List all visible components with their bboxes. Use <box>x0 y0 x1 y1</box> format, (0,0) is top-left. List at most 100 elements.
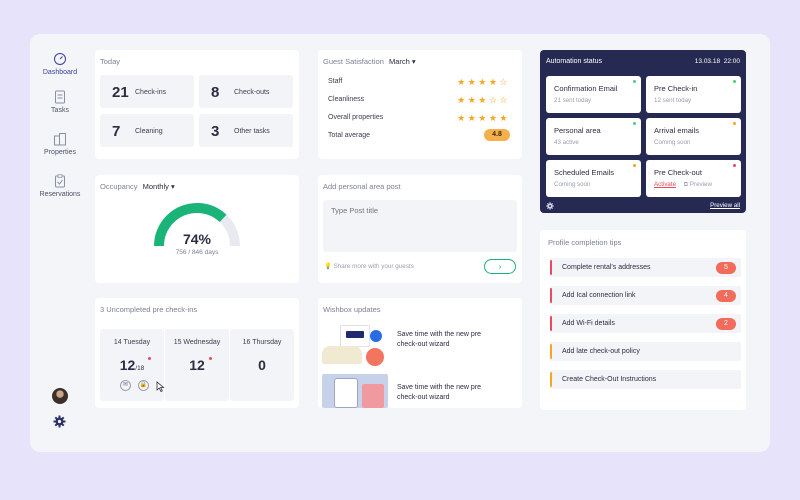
stat-checkouts[interactable]: 8 Check-outs <box>199 75 293 108</box>
status-dot <box>733 164 736 167</box>
status-dot <box>633 80 636 83</box>
automation-date: 13.03.18 <box>694 58 721 65</box>
tip-bar <box>550 344 552 359</box>
month-select[interactable]: March ▾ <box>389 57 416 66</box>
tip-count-badge: 5 <box>716 262 736 274</box>
stat-other-tasks[interactable]: 3 Other tasks <box>199 114 293 147</box>
today-title: Today <box>100 57 121 66</box>
day-tile-tuesday[interactable]: 14 Tuesday 12/18 ✉ 🔒 <box>100 329 165 401</box>
avatar[interactable] <box>52 388 68 404</box>
cursor-icon <box>156 381 165 392</box>
occupancy-title: Occupancy Monthly ▾ <box>100 182 175 191</box>
sidebar-item-tasks[interactable]: Tasks <box>30 90 90 114</box>
wishbox-item-text[interactable]: Save time with the new pre check-out wiz… <box>397 383 497 403</box>
gear-icon[interactable] <box>53 415 66 428</box>
status-dot <box>633 122 636 125</box>
automation-title: Automation status <box>546 58 603 65</box>
rating-row-staff: Staff ★★★★☆ <box>328 77 510 88</box>
tasks-icon <box>55 90 65 104</box>
automation-tile-personal-area[interactable]: Personal area 43 active <box>546 118 641 155</box>
tip-label: Complete rental's addresses <box>562 264 651 271</box>
occupancy-percent: 74% <box>182 231 212 247</box>
chevron-down-icon: ▾ <box>411 57 416 66</box>
satisfaction-title-text: Guest Satisfaction <box>323 57 384 66</box>
preview-label: Preview <box>689 181 712 188</box>
stat-value: 7 <box>112 123 121 140</box>
star-rating: ★★★★☆ <box>457 77 510 87</box>
rating-row-total: Total average 4.8 <box>328 129 510 142</box>
stat-cleaning[interactable]: 7 Cleaning <box>100 114 194 147</box>
tips-card: Profile completion tips Complete rental'… <box>540 230 746 410</box>
day-label: 16 Thursday <box>242 339 282 346</box>
tip-item[interactable]: Add Wi-Fi details 2 <box>550 314 741 333</box>
status-dot <box>733 122 736 125</box>
rating-label: Total average <box>328 132 371 139</box>
tip-item[interactable]: Add Ical connection link 4 <box>550 286 741 305</box>
preview-link[interactable]: ⧉ Preview <box>684 181 712 188</box>
automation-tile-status: 43 active <box>554 139 579 146</box>
tip-count-badge: 4 <box>716 290 736 302</box>
automation-tile-status: Coming soon <box>554 181 591 188</box>
automation-tile-arrival-emails[interactable]: Arrival emails Coming soon <box>646 118 741 155</box>
automation-tile-pre-checkin[interactable]: Pre Check-in 12 sent today <box>646 76 741 113</box>
alert-dot <box>148 357 151 360</box>
automation-tile-title: Pre Check-out <box>654 168 702 177</box>
star-rating: ★★★☆☆ <box>457 95 510 105</box>
month-value: March <box>388 57 410 66</box>
sidebar-item-label: Dashboard <box>42 69 78 76</box>
lock-icon[interactable]: 🔒 <box>138 380 149 391</box>
day-tile-thursday[interactable]: 16 Thursday 0 <box>230 329 294 401</box>
day-tile-wednesday[interactable]: 15 Wednesday 12 <box>165 329 229 401</box>
wishbox-screenshot <box>322 374 388 408</box>
occupancy-card: Occupancy Monthly ▾ 74% 756 / 846 days <box>95 175 299 283</box>
settings-gear-icon[interactable] <box>546 202 554 210</box>
alert-bubble-icon <box>366 348 384 366</box>
automation-tile-title: Personal area <box>554 126 601 135</box>
today-card: Today 21 Check-ins 8 Check-outs 7 Cleani… <box>95 50 299 159</box>
stat-value: 21 <box>112 84 129 101</box>
tip-label: Add Ical connection link <box>562 292 636 299</box>
post-title-input[interactable] <box>323 200 517 252</box>
checkins-card: 3 Uncompleted pre check-ins 14 Tuesday 1… <box>95 298 299 408</box>
post-card: Add personal area post 💡 Share more with… <box>318 175 522 283</box>
sidebar-item-properties[interactable]: Properties <box>30 132 90 156</box>
preview-all-link[interactable]: Preview all <box>710 202 740 209</box>
tip-item[interactable]: Create Check-Out Instructions <box>550 370 741 389</box>
sidebar-item-dashboard[interactable]: Dashboard <box>30 52 90 76</box>
stat-label: Other tasks <box>234 128 270 135</box>
total-average-badge: 4.8 <box>484 129 510 141</box>
tip-label: Create Check-Out Instructions <box>562 376 657 383</box>
post-hint-text: Share more with your guests <box>333 263 414 270</box>
rating-label: Cleanliness <box>328 96 365 103</box>
automation-tile-title: Scheduled Emails <box>554 168 615 177</box>
automation-tile-confirmation-email[interactable]: Confirmation Email 21 sent today <box>546 76 641 113</box>
wizard-card-logo <box>346 331 364 338</box>
mail-icon[interactable]: ✉ <box>120 380 131 391</box>
period-select[interactable]: Monthly ▾ <box>143 182 175 191</box>
rating-label: Staff <box>328 78 343 85</box>
tip-item[interactable]: Complete rental's addresses 5 <box>550 258 741 277</box>
stat-checkins[interactable]: 21 Check-ins <box>100 75 194 108</box>
automation-tile-title: Arrival emails <box>654 126 700 135</box>
automation-tile-title: Pre Check-in <box>654 84 698 93</box>
automation-tile-status: 21 sent today <box>554 97 592 104</box>
tips-title: Profile completion tips <box>548 238 622 247</box>
book-shape <box>362 384 384 408</box>
sidebar-item-label: Properties <box>44 149 76 156</box>
wishbox-item-text[interactable]: Save time with the new pre check-out wiz… <box>397 330 497 350</box>
automation-tile-pre-checkout[interactable]: Pre Check-out Activate ⧉ Preview <box>646 160 741 197</box>
tip-label: Add late check-out policy <box>562 348 640 355</box>
alert-dot <box>209 357 212 360</box>
send-post-button[interactable]: › <box>484 259 516 274</box>
wishbox-title: Wishbox updates <box>323 305 381 314</box>
sidebar-item-reservations[interactable]: Reservations <box>30 174 90 198</box>
checkins-title: 3 Uncompleted pre check-ins <box>100 305 198 314</box>
activate-link[interactable]: Activate <box>654 181 676 188</box>
star-rating: ★★★★★ <box>457 113 510 123</box>
tip-bar <box>550 288 552 303</box>
status-dot <box>633 164 636 167</box>
tip-bar <box>550 260 552 275</box>
lightbulb-icon: 💡 <box>324 263 332 270</box>
automation-tile-scheduled-emails[interactable]: Scheduled Emails Coming soon <box>546 160 641 197</box>
tip-item[interactable]: Add late check-out policy <box>550 342 741 361</box>
